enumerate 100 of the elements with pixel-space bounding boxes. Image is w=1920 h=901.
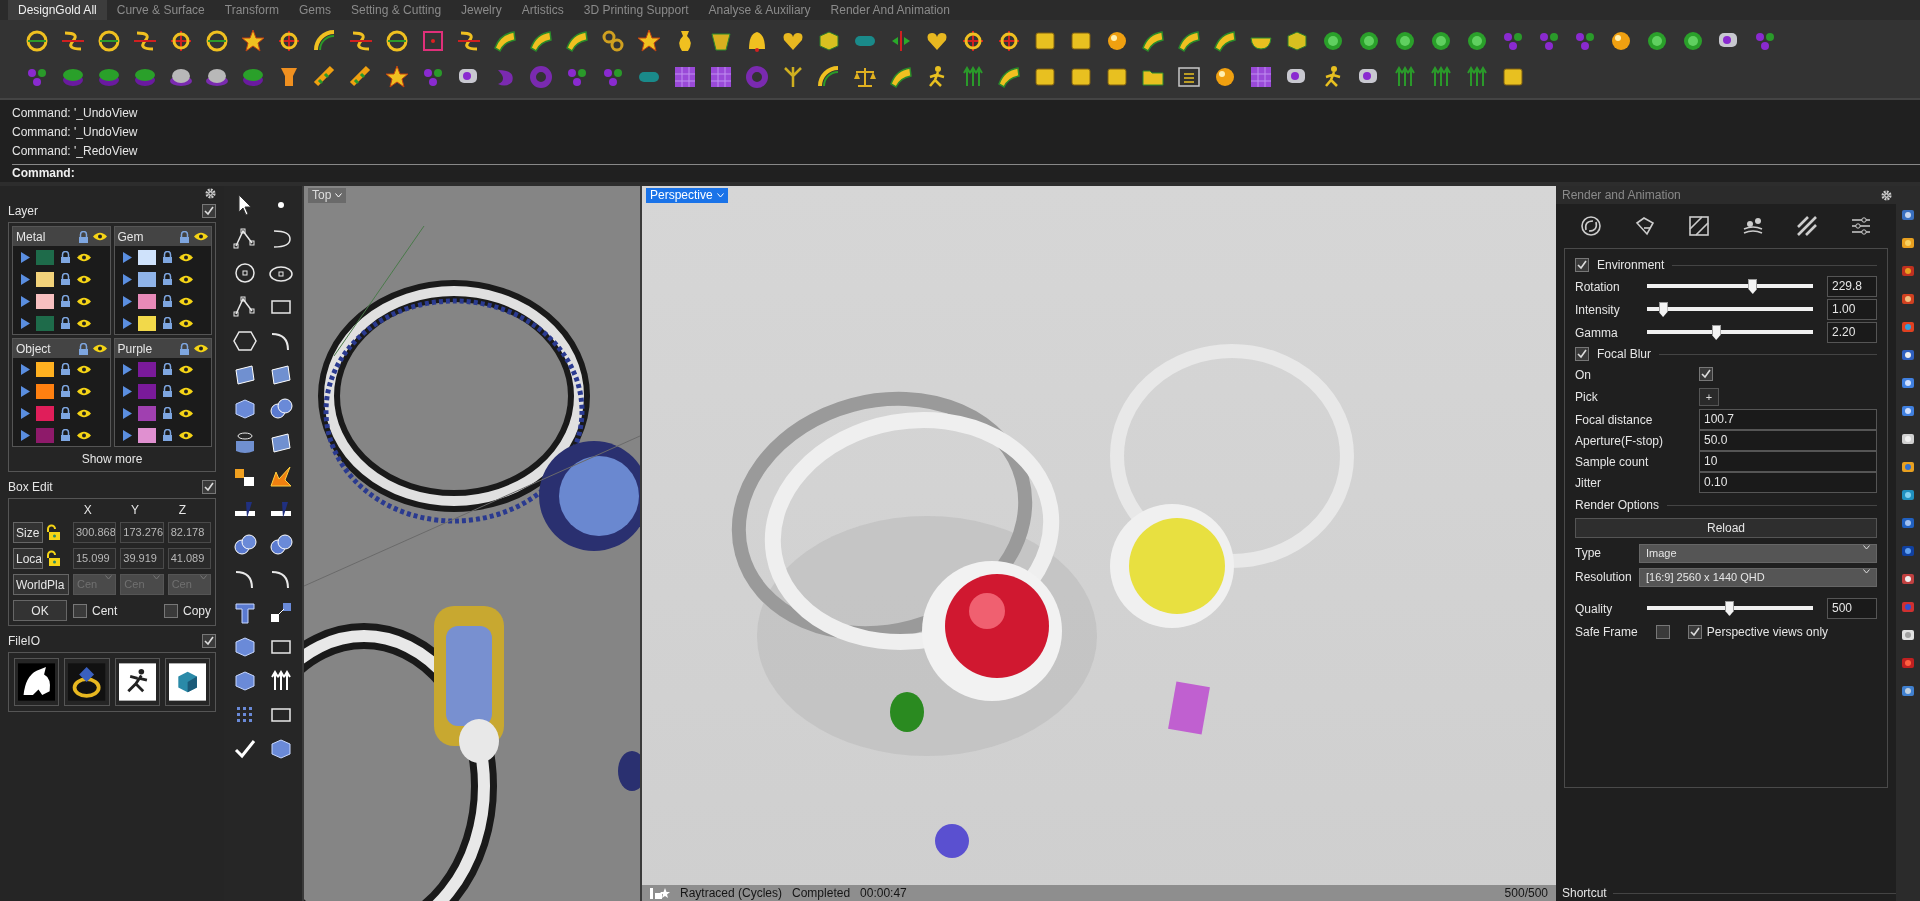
- ribbon-tab[interactable]: Analyse & Auxiliary: [698, 0, 821, 20]
- eye-icon[interactable]: [77, 318, 91, 328]
- plugin-icon[interactable]: [1901, 404, 1915, 418]
- cross-icon[interactable]: [960, 28, 986, 54]
- eye-icon[interactable]: [77, 252, 91, 262]
- color-swatch[interactable]: [137, 315, 156, 331]
- spheres-tool-icon[interactable]: [268, 532, 294, 558]
- ribbon-icon[interactable]: [528, 28, 554, 54]
- edit-mode-button[interactable]: Loca: [13, 548, 43, 569]
- edit-mode-button[interactable]: Size: [13, 522, 43, 543]
- expand-icon[interactable]: [21, 295, 30, 307]
- slider-thumb[interactable]: [1658, 302, 1668, 317]
- expand-icon[interactable]: [122, 295, 132, 307]
- chain-icon[interactable]: [600, 28, 626, 54]
- plugin-icon[interactable]: [1901, 572, 1915, 586]
- ribbon-icon[interactable]: [564, 28, 590, 54]
- color-swatch[interactable]: [36, 271, 54, 287]
- cross-icon[interactable]: [276, 28, 302, 54]
- plugin-icon[interactable]: [1901, 488, 1915, 502]
- checkbox[interactable]: [1575, 347, 1589, 361]
- ring-icon[interactable]: [384, 28, 410, 54]
- eye-icon[interactable]: [77, 364, 91, 374]
- expand-icon[interactable]: [21, 385, 30, 397]
- ribbon-tab[interactable]: Artistics: [511, 0, 574, 20]
- checkbox[interactable]: [163, 603, 178, 618]
- ribbon-tab[interactable]: Gems: [289, 0, 341, 20]
- ok-button[interactable]: OK: [13, 600, 67, 621]
- square-icon[interactable]: [420, 28, 446, 54]
- plugin-icon[interactable]: [1901, 348, 1915, 362]
- color-swatch[interactable]: [137, 405, 156, 421]
- value-field[interactable]: 2.20: [1827, 322, 1877, 343]
- checkbox[interactable]: [202, 634, 216, 648]
- value-field[interactable]: 173.276: [120, 522, 164, 543]
- checkbox[interactable]: [202, 480, 216, 494]
- expand-icon[interactable]: [21, 251, 30, 263]
- eye-icon[interactable]: [178, 386, 193, 396]
- color-swatch[interactable]: [137, 249, 156, 265]
- expand-icon[interactable]: [21, 363, 30, 375]
- value-field[interactable]: 0.10: [1699, 472, 1877, 493]
- eye-icon[interactable]: [77, 296, 91, 306]
- plugin-icon[interactable]: [1901, 628, 1915, 642]
- gem-icon[interactable]: [1634, 215, 1656, 237]
- resolution-dropdown[interactable]: [16:9] 2560 x 1440 QHD: [1639, 567, 1877, 587]
- eye-icon[interactable]: [194, 232, 208, 241]
- checkbox[interactable]: [1575, 258, 1589, 272]
- plane-button[interactable]: WorldPla: [13, 574, 69, 595]
- value-field[interactable]: 500: [1827, 598, 1877, 619]
- eye-icon[interactable]: [178, 364, 193, 374]
- plugin-icon[interactable]: [1901, 684, 1915, 698]
- swirl-icon[interactable]: [1580, 215, 1602, 237]
- eye-icon[interactable]: [77, 430, 91, 440]
- window-icon[interactable]: [1176, 64, 1202, 90]
- viewport-tab[interactable]: Perspective: [646, 188, 728, 203]
- color-swatch[interactable]: [137, 293, 156, 309]
- color-swatch[interactable]: [137, 383, 156, 399]
- star-icon[interactable]: [636, 28, 662, 54]
- color-swatch[interactable]: [36, 427, 54, 443]
- value-field[interactable]: 10: [1699, 451, 1877, 472]
- color-swatch[interactable]: [137, 427, 156, 443]
- checkbox[interactable]: [73, 603, 87, 618]
- plugin-icon[interactable]: [1901, 264, 1915, 278]
- ring-icon[interactable]: [64, 658, 110, 706]
- color-swatch[interactable]: [137, 271, 156, 287]
- value-field[interactable]: 39.919: [120, 548, 164, 569]
- ribbon-icon[interactable]: [1176, 28, 1202, 54]
- value-field[interactable]: 229.8: [1827, 276, 1877, 297]
- ring-icon[interactable]: [24, 28, 50, 54]
- command-prompt[interactable]: Command:: [12, 166, 75, 180]
- sliders-icon[interactable]: [1850, 215, 1872, 237]
- eye-icon[interactable]: [77, 386, 91, 396]
- plugin-icon[interactable]: [1901, 432, 1915, 446]
- color-swatch[interactable]: [36, 405, 54, 421]
- unlock-icon[interactable]: [45, 524, 61, 541]
- plugin-icon[interactable]: [1901, 460, 1915, 474]
- eye-icon[interactable]: [92, 344, 107, 353]
- color-swatch[interactable]: [36, 383, 54, 399]
- show-more-link[interactable]: Show more: [12, 450, 212, 468]
- texture-icon[interactable]: [1688, 215, 1710, 237]
- spheres-tool-icon[interactable]: [268, 396, 294, 422]
- tile-icon[interactable]: [672, 64, 698, 90]
- tile-icon[interactable]: [1248, 64, 1274, 90]
- expand-icon[interactable]: [122, 273, 132, 285]
- expand-icon[interactable]: [122, 407, 132, 419]
- eye-icon[interactable]: [178, 274, 193, 284]
- star-icon[interactable]: [240, 28, 266, 54]
- ribbon-tab[interactable]: DesignGold All: [8, 0, 107, 20]
- expand-icon[interactable]: [21, 317, 30, 329]
- settings-icon[interactable]: [205, 187, 216, 199]
- ribbon-icon[interactable]: [492, 28, 518, 54]
- plugin-icon[interactable]: [1901, 292, 1915, 306]
- text-tool-icon[interactable]: [232, 600, 258, 626]
- ribbon-tab[interactable]: 3D Printing Support: [573, 0, 699, 20]
- surface-tool-icon[interactable]: [268, 430, 294, 456]
- ribbon-icon[interactable]: [1140, 28, 1166, 54]
- checkbox[interactable]: [1687, 625, 1702, 639]
- eye-icon[interactable]: [77, 274, 91, 284]
- type-dropdown[interactable]: Image: [1639, 543, 1877, 563]
- runner-icon[interactable]: [114, 658, 160, 706]
- ribbon-tab[interactable]: Jewelry: [451, 0, 512, 20]
- star-icon[interactable]: [384, 64, 410, 90]
